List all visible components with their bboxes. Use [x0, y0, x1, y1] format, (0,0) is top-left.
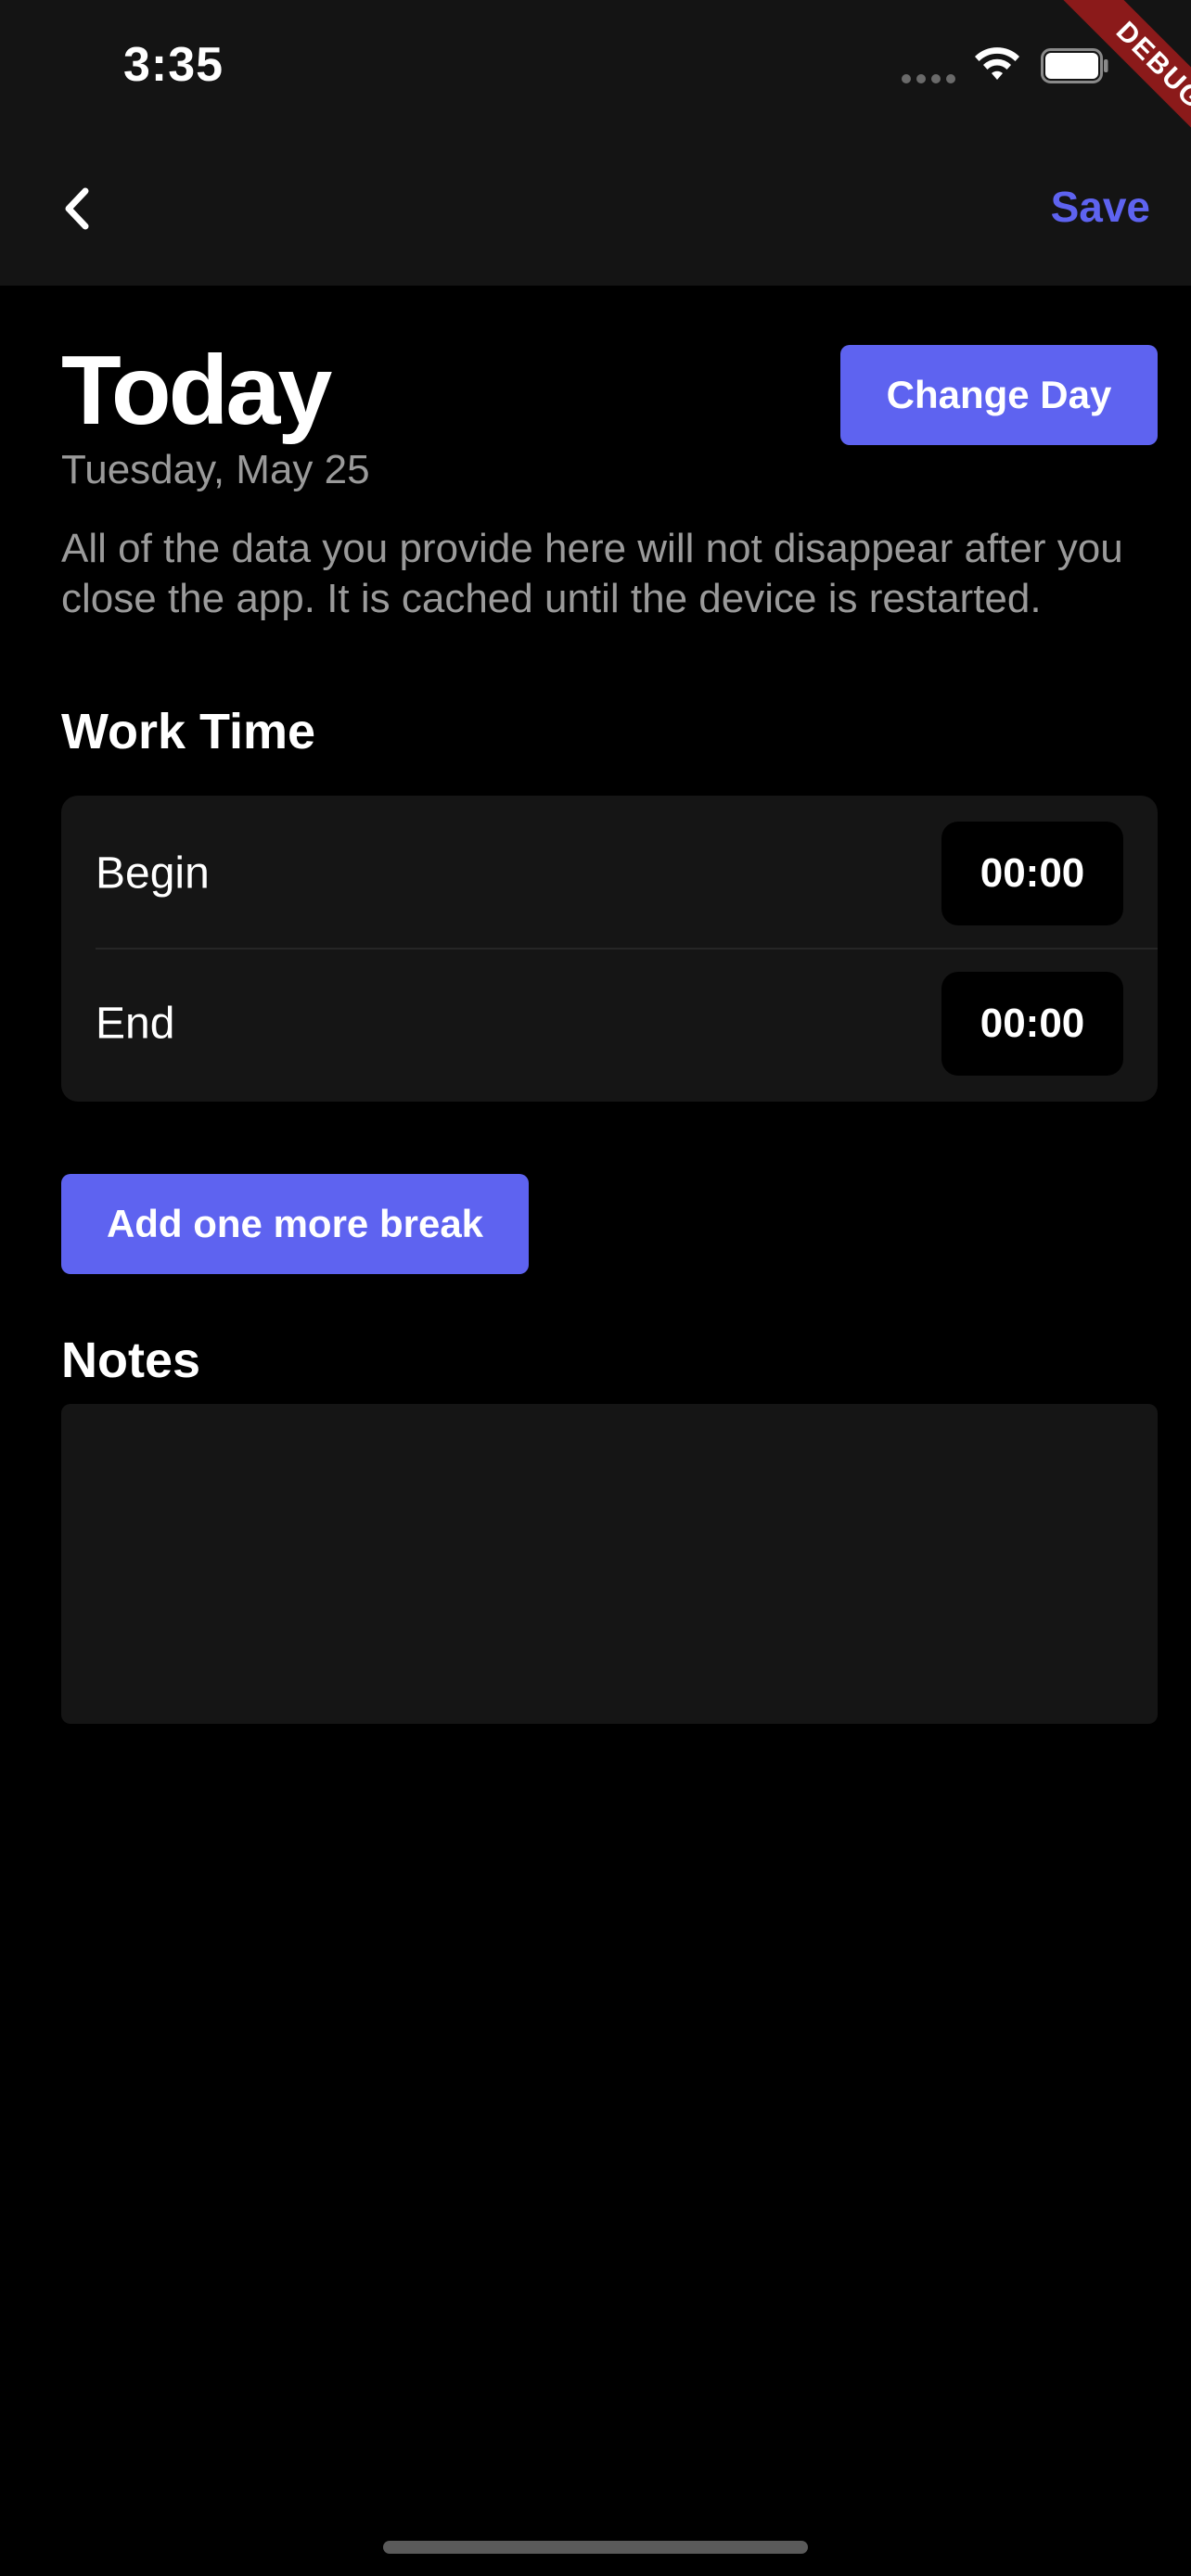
debug-label: DEBUG — [1058, 0, 1191, 167]
end-label: End — [96, 999, 175, 1049]
date-subtitle: Tuesday, May 25 — [61, 447, 370, 492]
debug-banner: DEBUG — [1005, 0, 1191, 185]
end-row: End 00:00 — [61, 950, 1158, 1098]
notes-input[interactable] — [61, 1404, 1158, 1724]
work-time-heading: Work Time — [61, 704, 316, 759]
back-button[interactable] — [54, 176, 100, 241]
cellular-signal-icon — [902, 74, 955, 83]
begin-label: Begin — [96, 848, 210, 899]
save-button[interactable]: Save — [1051, 182, 1150, 232]
home-indicator — [383, 2541, 808, 2554]
add-break-button[interactable]: Add one more break — [61, 1174, 529, 1274]
end-time-picker[interactable]: 00:00 — [941, 972, 1123, 1076]
status-time: 3:35 — [123, 38, 224, 92]
notes-heading: Notes — [61, 1333, 201, 1388]
begin-time-picker[interactable]: 00:00 — [941, 822, 1123, 925]
page-title: Today — [61, 336, 332, 445]
info-text: All of the data you provide here will no… — [61, 526, 1123, 621]
change-day-button[interactable]: Change Day — [840, 345, 1158, 445]
work-time-card: Begin 00:00 End 00:00 — [61, 796, 1158, 1102]
top-bar: 3:35 DEBUG Save — [0, 0, 1191, 286]
chevron-left-icon — [65, 187, 89, 230]
begin-row: Begin 00:00 — [61, 799, 1158, 948]
